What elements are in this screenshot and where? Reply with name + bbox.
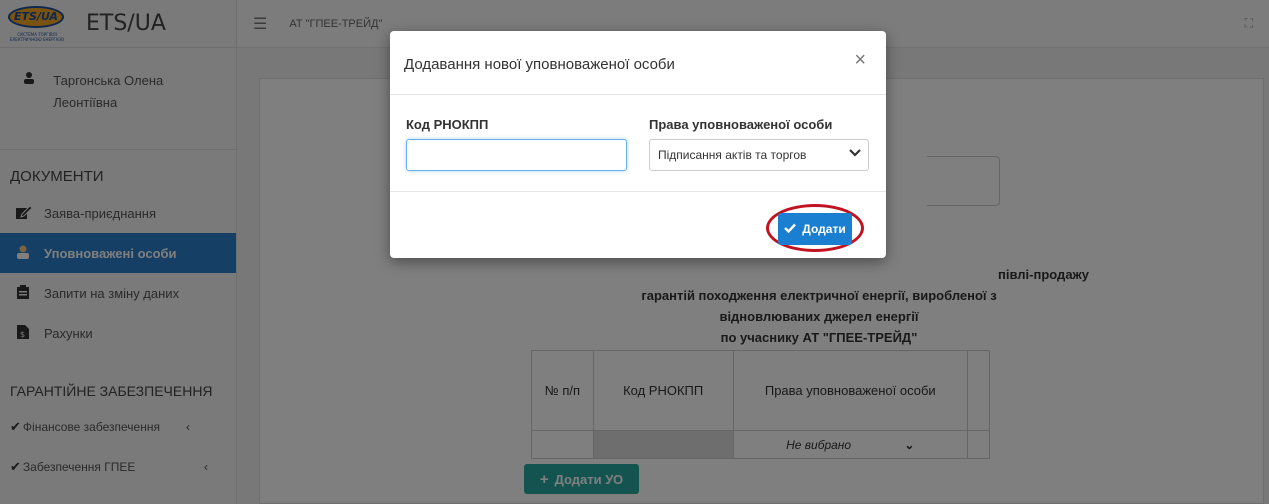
modal-body: Код РНОКПП Права уповноваженої особи Під… xyxy=(390,95,886,192)
code-label: Код РНОКПП xyxy=(406,117,489,132)
rights-select[interactable]: Підписання актів та торгов xyxy=(649,139,869,171)
code-input[interactable] xyxy=(406,139,627,171)
close-icon[interactable]: × xyxy=(854,49,866,72)
add-button[interactable]: Додати xyxy=(778,213,852,245)
rights-label: Права уповноваженої особи xyxy=(649,117,833,132)
add-button-label: Додати xyxy=(802,222,846,236)
modal-title: Додавання нової уповноваженої особи xyxy=(404,56,675,73)
rights-select-value: Підписання актів та торгов xyxy=(658,148,807,162)
add-authorized-person-modal: Додавання нової уповноваженої особи × Ко… xyxy=(390,31,886,258)
modal-footer: Додати xyxy=(390,192,886,258)
app-root: ETS/UA СИСТЕМА ТОРГІВЛІ ЕЛЕКТРИЧНОЮ ЕНЕР… xyxy=(0,0,1269,504)
chevron-down-icon xyxy=(849,147,861,161)
modal-header: Додавання нової уповноваженої особи × xyxy=(390,31,886,95)
check-icon xyxy=(784,222,797,236)
